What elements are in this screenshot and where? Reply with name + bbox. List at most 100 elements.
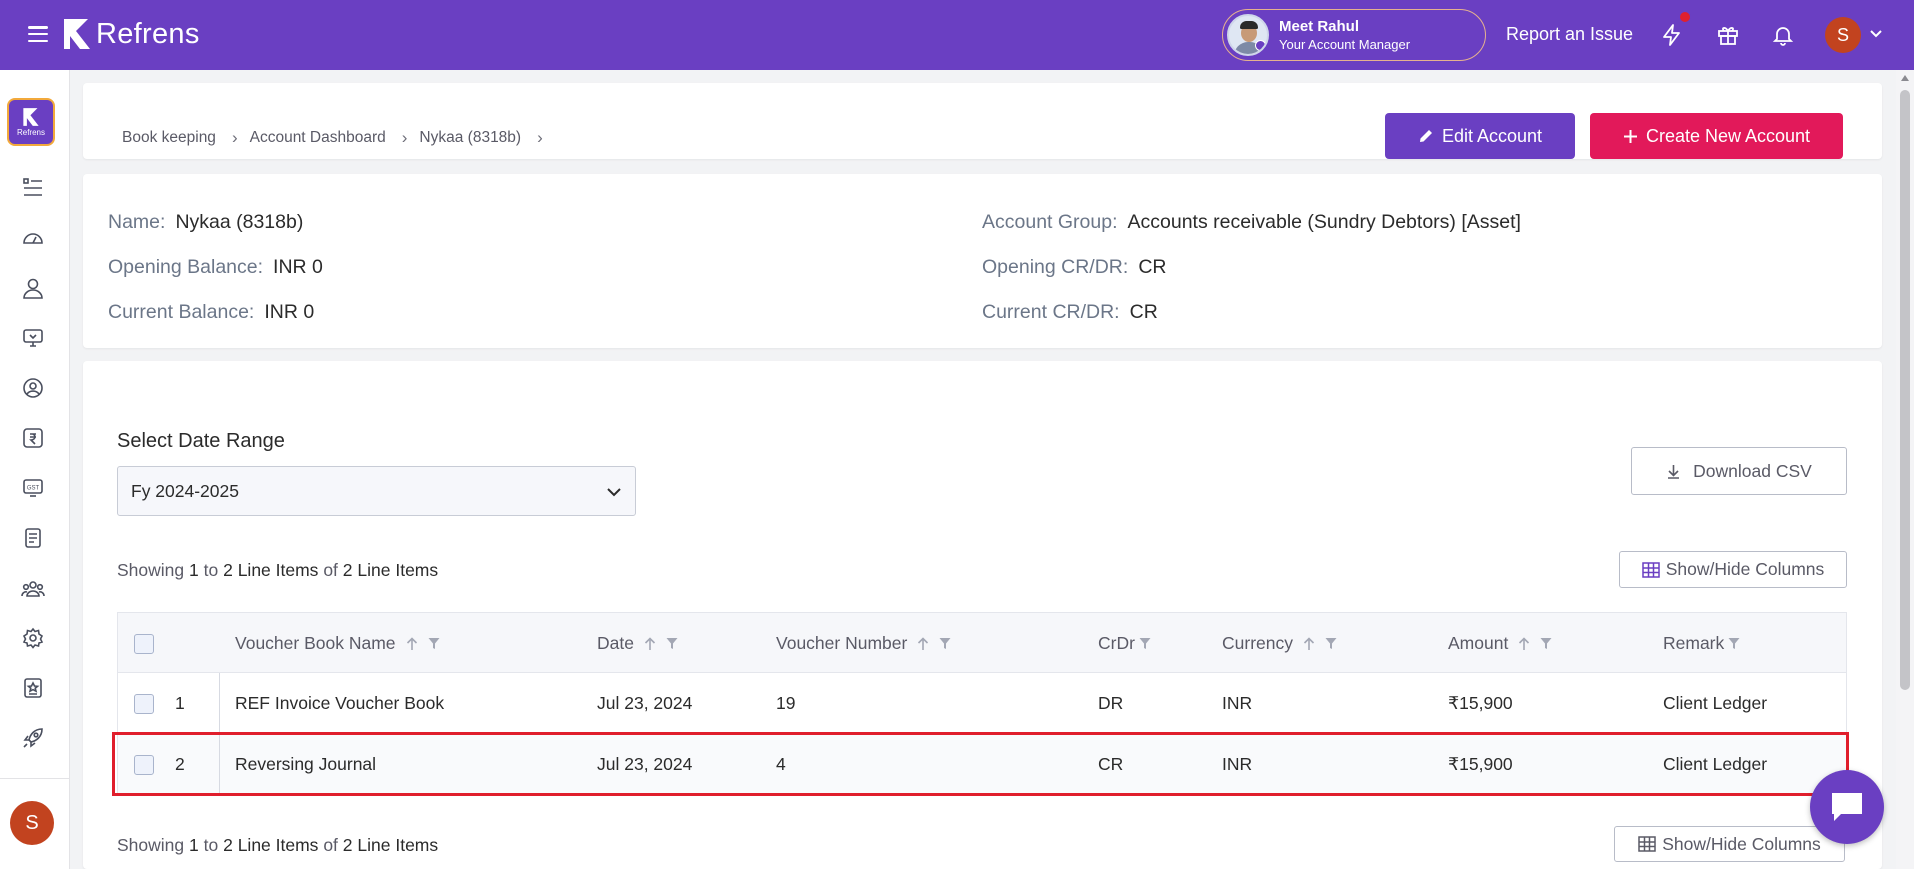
sidebar-logo-text: Refrens [16,128,45,137]
top-bar: Refrens Meet Rahul Your Account Manager … [0,0,1914,70]
breadcrumb-bookkeeping[interactable]: Book keeping [122,129,216,147]
pencil-icon [1418,128,1434,144]
table-row[interactable]: 1 REF Invoice Voucher Book Jul 23, 2024 … [117,673,1847,734]
monitor-icon[interactable] [20,325,46,351]
select-all-checkbox[interactable] [134,633,154,654]
date-range-value: Fy 2024-2025 [131,480,239,501]
cell-amount: ₹15,900 [1448,693,1513,713]
date-range-select[interactable]: Fy 2024-2025 [117,466,636,516]
col-voucher-book-name-label: Voucher Book Name [235,633,396,653]
col-currency[interactable]: Currency [1222,613,1337,674]
cell-remark: Client Ledger [1663,754,1768,774]
user-circle-icon[interactable] [20,375,46,401]
filter-icon[interactable] [1139,637,1151,650]
chevron-right-icon: › [231,128,238,147]
show-hide-columns-button-bottom[interactable]: Show/Hide Columns [1614,826,1845,862]
col-amount-label: Amount [1448,633,1509,653]
filter-icon[interactable] [939,637,951,650]
list-icon[interactable] [20,175,46,201]
scroll-up-arrow-icon[interactable] [1901,75,1909,81]
show-hide-columns-button[interactable]: Show/Hide Columns [1619,551,1847,588]
sidebar: Refrens GST S [0,70,70,869]
document-icon[interactable] [20,525,46,551]
person-icon[interactable] [20,275,46,301]
showing-from: 1 [189,560,199,580]
col-voucher-number[interactable]: Voucher Number [776,613,951,674]
opening-balance-label: Opening Balance: [108,256,264,278]
cell-currency: INR [1222,754,1253,774]
showing-total: 2 Line Items [342,835,439,855]
col-date[interactable]: Date [597,613,678,674]
col-voucher-number-label: Voucher Number [776,633,908,653]
chevron-right-icon: › [537,128,543,147]
settings-icon[interactable] [20,625,46,651]
sort-arrow-icon[interactable] [406,636,418,651]
cell-voucher-number: 4 [776,754,786,774]
team-icon[interactable] [20,575,46,601]
sidebar-user-avatar[interactable]: S [10,801,54,845]
menu-icon[interactable] [28,26,48,42]
download-csv-button[interactable]: Download CSV [1631,447,1847,495]
cell-date: Jul 23, 2024 [597,693,693,713]
rocket-icon[interactable] [20,725,46,751]
chevron-down-icon[interactable] [1869,27,1883,46]
row-index: 1 [175,693,185,713]
bell-icon[interactable] [1771,23,1795,47]
badge-icon[interactable] [20,675,46,701]
page-scrollbar[interactable] [1896,70,1914,869]
cell-date: Jul 23, 2024 [597,754,693,774]
col-remark[interactable]: Remark [1663,613,1740,674]
col-amount[interactable]: Amount [1448,613,1552,674]
gst-icon-label: GST [27,486,40,492]
sort-arrow-icon[interactable] [1518,636,1530,651]
report-issue-link[interactable]: Report an Issue [1506,24,1633,45]
sort-arrow-icon[interactable] [1303,636,1315,651]
filter-icon[interactable] [666,637,678,650]
breadcrumb-current-account[interactable]: Nykaa (8318b) [419,129,521,147]
row-checkbox[interactable] [134,693,154,714]
sort-arrow-icon[interactable] [644,636,656,651]
chat-support-button[interactable] [1810,770,1884,844]
edit-account-label: Edit Account [1441,125,1543,146]
refrens-logo-icon [64,19,90,49]
row-index: 2 [175,754,185,774]
columns-icon [1641,561,1660,579]
refrens-logo-icon [23,108,39,126]
sidebar-logo[interactable]: Refrens [7,98,55,146]
rupee-icon[interactable] [20,425,46,451]
current-crdr-row: Current CR/DR: CR [982,301,1158,324]
col-currency-label: Currency [1222,633,1293,653]
user-avatar[interactable]: S [1825,17,1861,53]
cell-currency: INR [1222,693,1253,713]
current-crdr-label: Current CR/DR: [982,301,1120,323]
col-crdr[interactable]: CrDr [1098,613,1151,674]
create-new-account-button[interactable]: Create New Account [1590,113,1843,159]
show-hide-columns-label: Show/Hide Columns [1665,559,1825,579]
filter-icon[interactable] [1540,637,1552,650]
scroll-thumb[interactable] [1900,90,1910,690]
account-manager-card[interactable]: Meet Rahul Your Account Manager [1222,9,1486,61]
gift-icon[interactable] [1716,23,1740,47]
cell-crdr: CR [1098,754,1124,774]
brand-logo[interactable]: Refrens [62,17,200,51]
table-row[interactable]: 2 Reversing Journal Jul 23, 2024 4 CR IN… [117,734,1847,795]
filter-icon[interactable] [1325,637,1337,650]
showing-to: 2 Line Items [223,560,319,580]
columns-icon [1638,835,1656,853]
showing-total: 2 Line Items [342,560,439,580]
col-voucher-book-name[interactable]: Voucher Book Name [235,613,440,674]
brand-name: Refrens [96,17,200,50]
name-value: Nykaa (8318b) [175,211,304,233]
dashboard-icon[interactable] [20,225,46,251]
filter-icon[interactable] [428,637,440,650]
breadcrumb-account-dashboard[interactable]: Account Dashboard [250,129,386,147]
row-checkbox[interactable] [134,754,154,775]
gst-icon[interactable]: GST [20,475,46,501]
lightning-icon[interactable] [1660,23,1684,47]
manager-name: Meet Rahul [1279,18,1360,35]
filter-icon[interactable] [1728,637,1740,650]
current-balance-row: Current Balance: INR 0 [108,301,314,324]
sort-arrow-icon[interactable] [917,636,929,651]
opening-crdr-label: Opening CR/DR: [982,256,1129,278]
edit-account-button[interactable]: Edit Account [1385,113,1575,159]
